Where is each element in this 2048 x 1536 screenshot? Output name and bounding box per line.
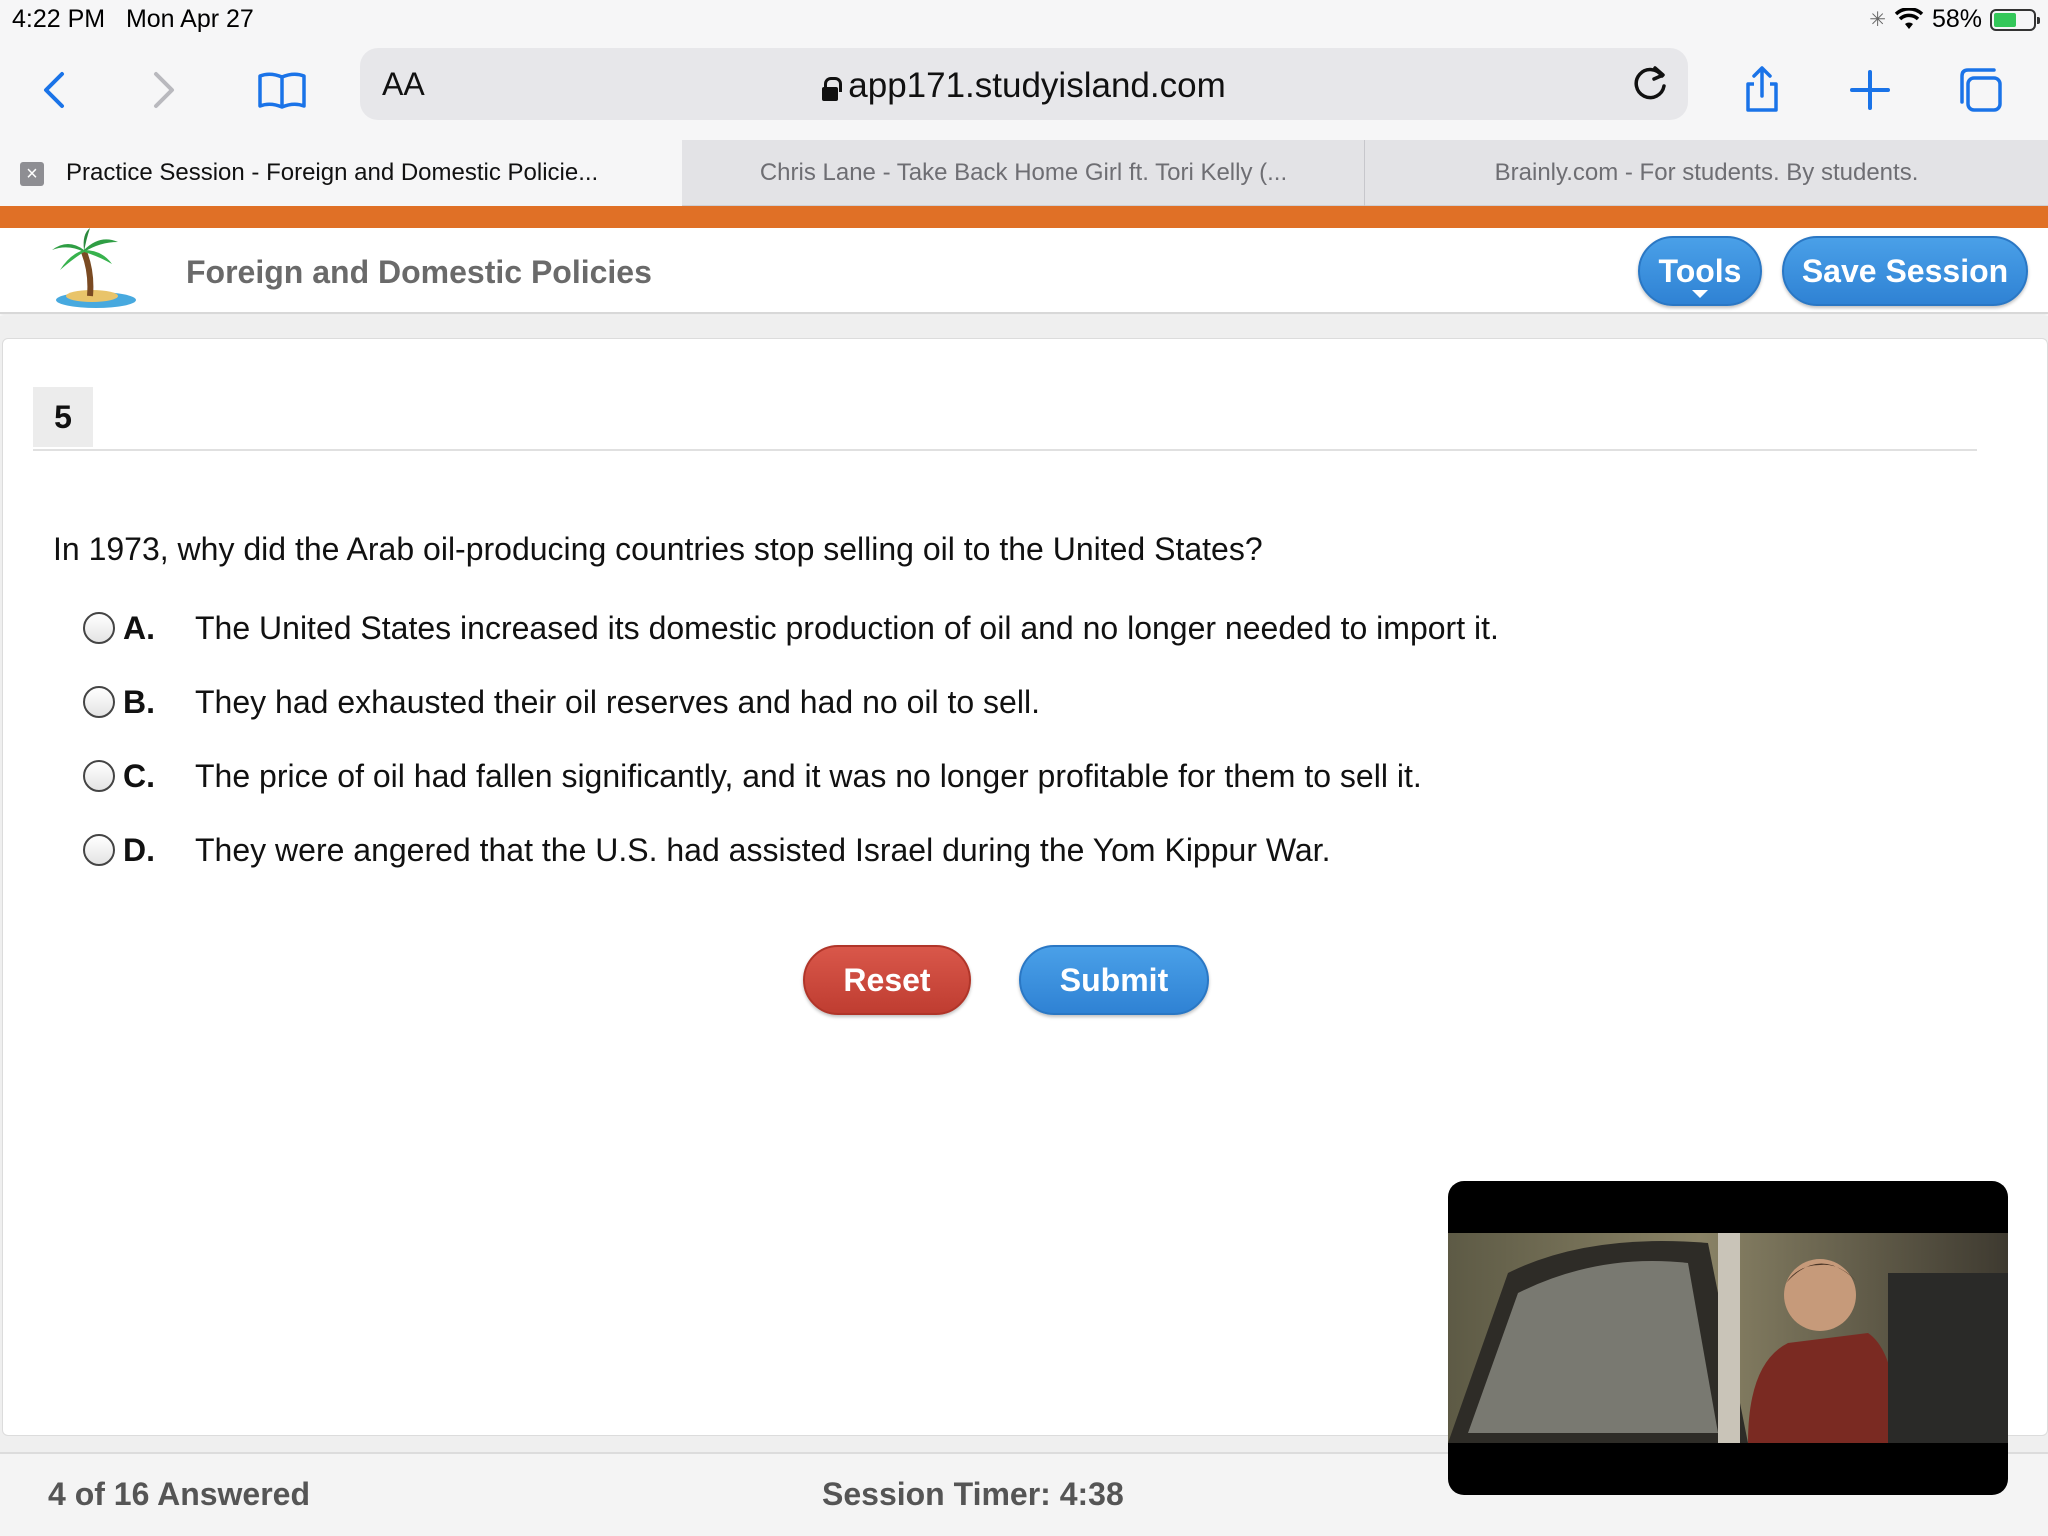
app-header: Foreign and Domestic Policies Tools Save… bbox=[0, 228, 2048, 314]
tab-chris-lane-video[interactable]: Chris Lane - Take Back Home Girl ft. Tor… bbox=[683, 140, 1364, 206]
tab-title: Brainly.com - For students. By students. bbox=[1494, 159, 1919, 186]
choice-letter: C. bbox=[123, 757, 155, 794]
radio-button[interactable] bbox=[83, 612, 115, 644]
radio-button[interactable] bbox=[83, 760, 115, 792]
address-bar[interactable]: AA app171.studyisland.com bbox=[360, 48, 1688, 120]
page-title: Foreign and Domestic Policies bbox=[186, 254, 652, 290]
tab-brainly[interactable]: Brainly.com - For students. By students. bbox=[1365, 140, 2048, 206]
tools-button[interactable]: Tools bbox=[1638, 236, 1762, 306]
reload-icon[interactable] bbox=[1626, 60, 1674, 108]
url-text: app171.studyisland.com bbox=[848, 66, 1226, 105]
url-display[interactable]: app171.studyisland.com bbox=[360, 66, 1688, 106]
forward-icon[interactable] bbox=[130, 58, 194, 122]
bookmarks-icon[interactable] bbox=[250, 58, 314, 122]
battery-percent: 58% bbox=[1931, 5, 1982, 33]
caret-down-icon bbox=[1692, 290, 1708, 298]
tabs-overview-icon[interactable] bbox=[1948, 58, 2012, 122]
choice-text: The United States increased its domestic… bbox=[195, 609, 1499, 646]
choice-letter: D. bbox=[123, 831, 155, 868]
status-indicators: ✳ 58% bbox=[1869, 5, 2040, 34]
question-text: In 1973, why did the Arab oil-producing … bbox=[53, 531, 1263, 567]
tab-bar: × Practice Session - Foreign and Domesti… bbox=[0, 140, 2048, 206]
submit-label: Submit bbox=[1059, 961, 1169, 998]
submit-button[interactable]: Submit bbox=[1019, 945, 1209, 1015]
session-timer: Session Timer: 4:38 bbox=[822, 1476, 1124, 1512]
status-bar: 4:22 PM Mon Apr 27 ✳ 58% bbox=[0, 0, 2048, 40]
choice-letter: A. bbox=[123, 609, 155, 646]
choice-c[interactable]: C. The price of oil had fallen significa… bbox=[83, 751, 1422, 801]
clock: 4:22 PM bbox=[12, 5, 106, 33]
status-time: 4:22 PM Mon Apr 27 bbox=[12, 5, 254, 34]
radio-button[interactable] bbox=[83, 834, 115, 866]
save-session-label: Save Session bbox=[1801, 252, 2009, 289]
palm-island-logo bbox=[52, 228, 136, 308]
reset-button[interactable]: Reset bbox=[803, 945, 971, 1015]
video-frame bbox=[1448, 1233, 2008, 1443]
activity-icon: ✳ bbox=[1869, 9, 1886, 31]
date: Mon Apr 27 bbox=[125, 5, 254, 33]
new-tab-icon[interactable] bbox=[1838, 58, 1902, 122]
battery-icon bbox=[1990, 8, 2040, 31]
choice-b[interactable]: B. They had exhausted their oil reserves… bbox=[83, 677, 1040, 727]
tab-practice-session[interactable]: × Practice Session - Foreign and Domesti… bbox=[0, 140, 682, 206]
picture-in-picture-video[interactable] bbox=[1448, 1181, 2008, 1495]
share-icon[interactable] bbox=[1730, 58, 1794, 122]
wifi-icon bbox=[1894, 7, 1924, 29]
choice-text: They had exhausted their oil reserves an… bbox=[195, 683, 1040, 720]
brand-stripe bbox=[0, 206, 2048, 228]
reset-label: Reset bbox=[843, 961, 931, 998]
radio-button[interactable] bbox=[83, 686, 115, 718]
choice-letter: B. bbox=[123, 683, 155, 720]
answered-count: 4 of 16 Answered bbox=[48, 1476, 311, 1512]
tab-title: Chris Lane - Take Back Home Girl ft. Tor… bbox=[759, 159, 1288, 186]
choice-d[interactable]: D. They were angered that the U.S. had a… bbox=[83, 825, 1330, 875]
tools-label: Tools bbox=[1658, 252, 1742, 289]
lock-icon bbox=[822, 77, 843, 101]
browser-toolbar: AA app171.studyisland.com bbox=[0, 40, 2048, 140]
divider bbox=[33, 449, 1977, 451]
tab-title: Practice Session - Foreign and Domestic … bbox=[66, 159, 599, 186]
battery-level bbox=[1994, 12, 2016, 27]
save-session-button[interactable]: Save Session bbox=[1782, 236, 2028, 306]
choice-a[interactable]: A. The United States increased its domes… bbox=[83, 603, 1499, 653]
back-icon[interactable] bbox=[24, 58, 88, 122]
choice-text: They were angered that the U.S. had assi… bbox=[195, 831, 1331, 868]
question-number: 5 bbox=[33, 387, 93, 447]
close-tab-icon[interactable]: × bbox=[20, 162, 44, 186]
choice-text: The price of oil had fallen significantl… bbox=[195, 757, 1422, 794]
